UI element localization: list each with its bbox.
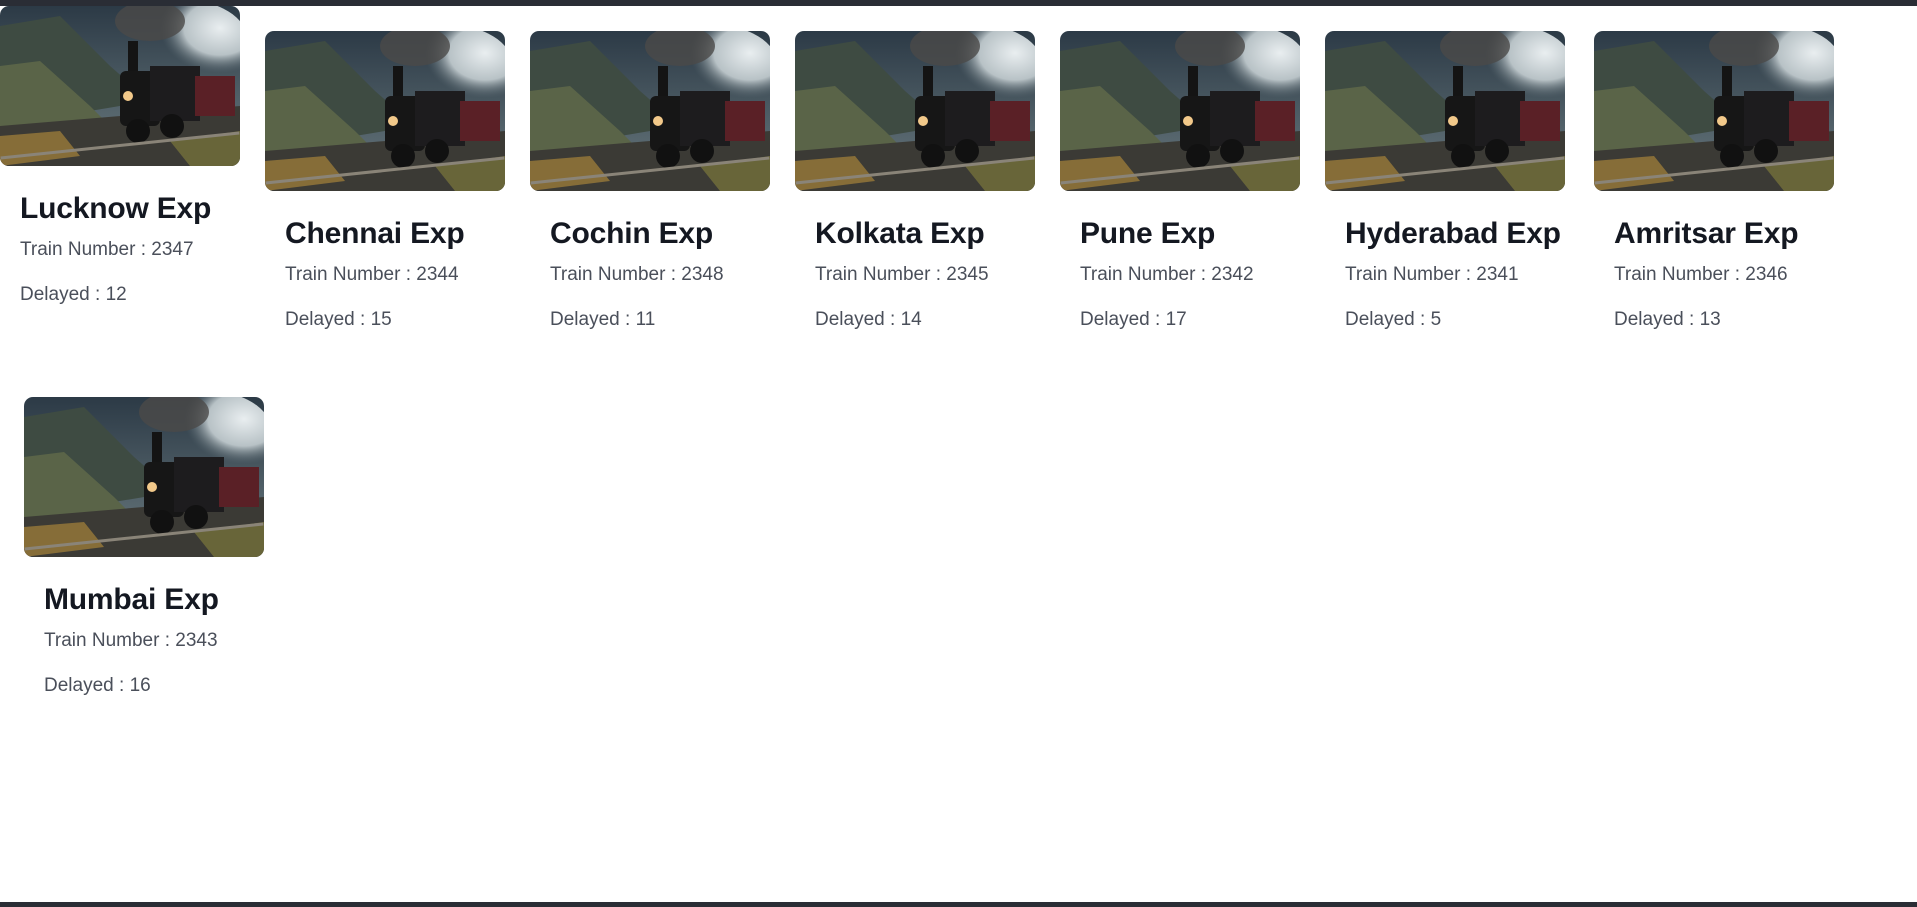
train-delay: Delayed : 17 (1060, 308, 1300, 332)
train-name: Mumbai Exp (44, 583, 219, 616)
train-card[interactable]: Kolkata Exp Train Number : 2345 Delayed : … (795, 31, 1035, 332)
separator: : (665, 264, 682, 285)
train-number-label: Train Number (550, 264, 666, 285)
train-image (0, 6, 240, 166)
delay-label: Delayed (285, 309, 355, 330)
separator: : (619, 309, 636, 330)
delay-value: 11 (635, 309, 656, 330)
train-delay: Delayed : 14 (795, 308, 1035, 332)
delay-label: Delayed (815, 309, 885, 330)
train-name: Cochin Exp (550, 217, 714, 250)
delay-label: Delayed (550, 309, 620, 330)
train-name: Lucknow Exp (20, 192, 212, 225)
train-card[interactable]: Hyderabad Exp Train Number : 2341 Delayed … (1325, 31, 1565, 332)
separator: : (1460, 264, 1477, 285)
train-name: Hyderabad Exp (1345, 217, 1561, 250)
train-number-value: 2343 (175, 630, 218, 651)
train-number-value: 2342 (1211, 264, 1254, 285)
train-number-value: 2341 (1476, 264, 1519, 285)
train-card[interactable]: Cochin Exp Train Number : 2348 Delayed : 1… (530, 31, 770, 332)
train-image (530, 31, 770, 191)
train-number-label: Train Number (815, 264, 931, 285)
separator: : (1683, 309, 1700, 330)
train-number-label: Train Number (1080, 264, 1196, 285)
separator: : (113, 675, 130, 696)
train-delay: Delayed : 5 (1325, 308, 1565, 332)
separator: : (135, 239, 152, 260)
train-image (1594, 31, 1834, 191)
train-name: Amritsar Exp (1614, 217, 1799, 250)
delay-value: 13 (1699, 309, 1721, 330)
train-delay: Delayed : 11 (530, 308, 770, 332)
train-delay: Delayed : 16 (24, 674, 264, 698)
delay-value: 15 (370, 309, 392, 330)
train-number-label: Train Number (1345, 264, 1461, 285)
delay-value: 14 (900, 309, 922, 330)
train-name: Pune Exp (1080, 217, 1216, 250)
train-number: Train Number : 2342 (1060, 263, 1300, 287)
delay-label: Delayed (1080, 309, 1150, 330)
delay-label: Delayed (44, 675, 114, 696)
train-number: Train Number : 2343 (24, 629, 264, 653)
train-number-label: Train Number (285, 264, 401, 285)
train-number-label: Train Number (44, 630, 160, 651)
train-name: Chennai Exp (285, 217, 465, 250)
train-number: Train Number : 2341 (1325, 263, 1565, 287)
separator: : (354, 309, 371, 330)
train-delay: Delayed : 12 (0, 283, 240, 307)
train-card[interactable]: Chennai Exp Train Number : 2344 Delayed : … (265, 31, 505, 332)
delay-value: 16 (129, 675, 151, 696)
separator: : (1149, 309, 1166, 330)
delay-value: 5 (1430, 309, 1442, 330)
train-card[interactable]: Amritsar Exp Train Number : 2346 Delayed :… (1594, 31, 1834, 332)
separator: : (1195, 264, 1212, 285)
train-image (24, 397, 264, 557)
train-number-value: 2345 (946, 264, 989, 285)
train-number-value: 2348 (681, 264, 724, 285)
separator: : (884, 309, 901, 330)
train-card[interactable]: Lucknow Exp Train Number : 2347 Delayed : … (0, 6, 240, 307)
separator: : (1729, 264, 1746, 285)
bottom-bar (0, 902, 1917, 907)
delay-label: Delayed (20, 284, 90, 305)
delay-label: Delayed (1614, 309, 1684, 330)
separator: : (930, 264, 947, 285)
train-number: Train Number : 2345 (795, 263, 1035, 287)
train-number-value: 2347 (151, 239, 194, 260)
delay-value: 12 (105, 284, 127, 305)
separator: : (400, 264, 417, 285)
train-number: Train Number : 2348 (530, 263, 770, 287)
top-bar (0, 0, 1917, 6)
separator: : (159, 630, 176, 651)
train-image (795, 31, 1035, 191)
delay-label: Delayed (1345, 309, 1415, 330)
delay-value: 17 (1165, 309, 1187, 330)
train-number-value: 2346 (1745, 264, 1788, 285)
train-card[interactable]: Mumbai Exp Train Number : 2343 Delayed : 1… (24, 397, 264, 698)
train-image (265, 31, 505, 191)
train-number-label: Train Number (20, 239, 136, 260)
train-number-label: Train Number (1614, 264, 1730, 285)
train-image (1060, 31, 1300, 191)
train-number: Train Number : 2346 (1594, 263, 1834, 287)
train-name: Kolkata Exp (815, 217, 985, 250)
separator: : (89, 284, 106, 305)
train-number-value: 2344 (416, 264, 459, 285)
train-number: Train Number : 2344 (265, 263, 505, 287)
train-number: Train Number : 2347 (0, 238, 240, 262)
train-delay: Delayed : 13 (1594, 308, 1834, 332)
separator: : (1414, 309, 1431, 330)
train-card[interactable]: Pune Exp Train Number : 2342 Delayed : 17 (1060, 31, 1300, 332)
train-delay: Delayed : 15 (265, 308, 505, 332)
train-image (1325, 31, 1565, 191)
